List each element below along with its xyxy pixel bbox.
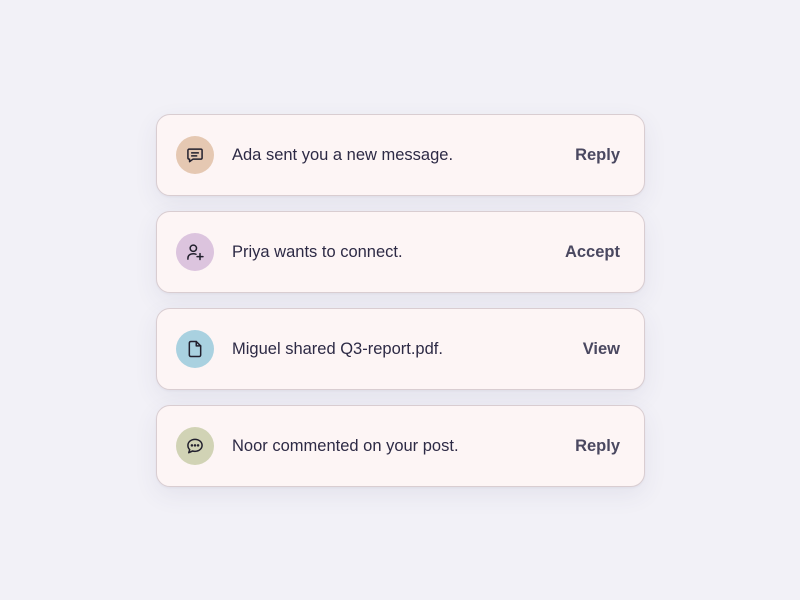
notification-text: Miguel shared Q3-report.pdf. bbox=[232, 339, 443, 358]
comment-dots-icon bbox=[187, 438, 203, 454]
user-plus-icon bbox=[187, 244, 204, 261]
reply-button[interactable]: Reply bbox=[575, 437, 620, 456]
notification-icon-badge bbox=[176, 233, 214, 271]
notification-card-connect: Priya wants to connect. Accept bbox=[156, 211, 645, 293]
notification-icon-badge bbox=[176, 330, 214, 368]
notification-list: Ada sent you a new message. Reply Priya … bbox=[156, 114, 645, 502]
notification-card-file: Miguel shared Q3-report.pdf. View bbox=[156, 308, 645, 390]
view-button[interactable]: View bbox=[583, 340, 620, 359]
notification-text: Priya wants to connect. bbox=[232, 242, 403, 261]
notification-icon-badge bbox=[176, 136, 214, 174]
notification-text: Noor commented on your post. bbox=[232, 436, 459, 455]
file-icon bbox=[188, 340, 202, 358]
notification-card-comment: Noor commented on your post. Reply bbox=[156, 405, 645, 487]
notification-card-message: Ada sent you a new message. Reply bbox=[156, 114, 645, 196]
notification-icon-badge bbox=[176, 427, 214, 465]
reply-button[interactable]: Reply bbox=[575, 146, 620, 165]
notification-text: Ada sent you a new message. bbox=[232, 145, 454, 164]
message-square-icon bbox=[187, 148, 203, 163]
accept-button[interactable]: Accept bbox=[565, 243, 620, 262]
